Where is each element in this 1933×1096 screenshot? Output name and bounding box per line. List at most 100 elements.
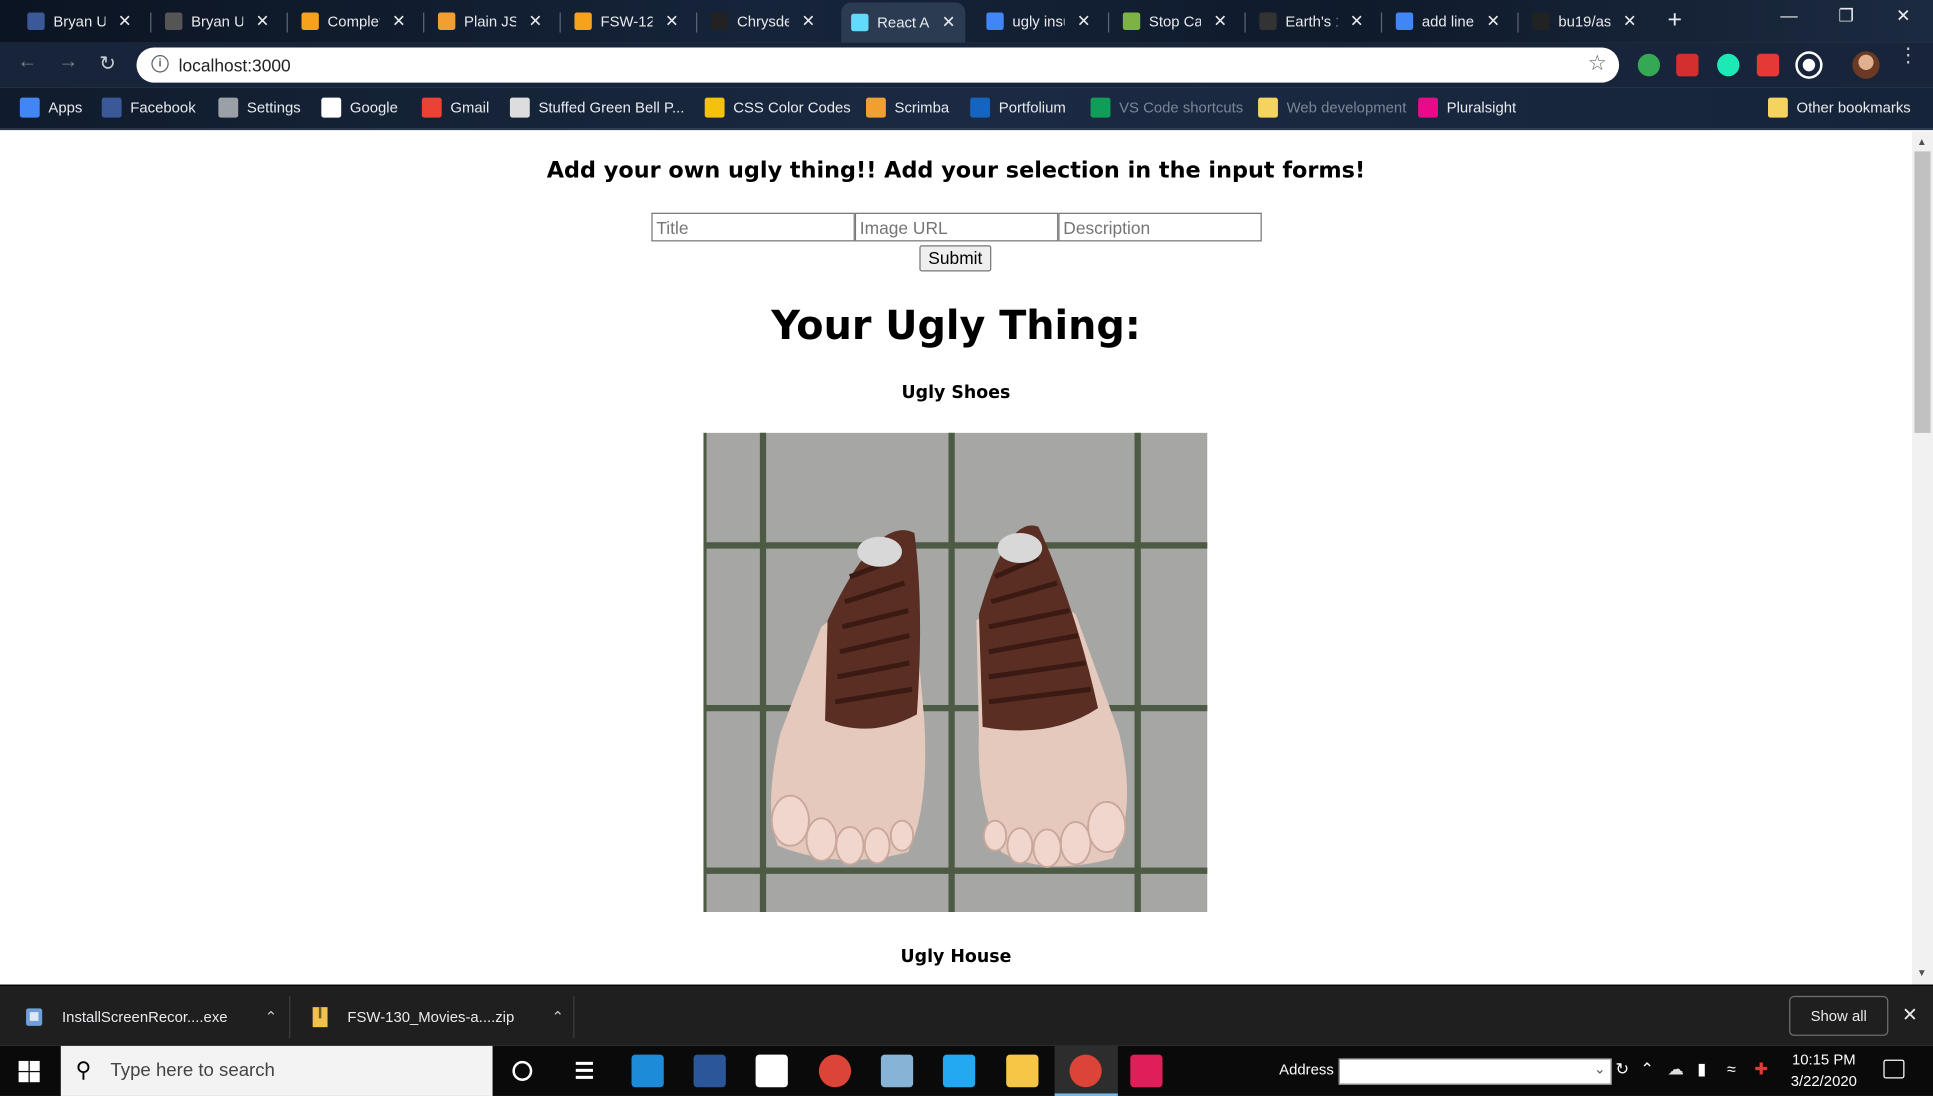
close-tab-icon[interactable]: ✕	[1623, 11, 1637, 31]
extension-green-icon[interactable]	[1637, 53, 1661, 77]
wifi-icon[interactable]: ≈	[1727, 1060, 1736, 1079]
tab[interactable]: ugly insu ✕	[986, 8, 1090, 36]
store-icon[interactable]	[755, 1054, 788, 1088]
close-tab-icon[interactable]: ✕	[1350, 11, 1364, 31]
title-input[interactable]	[651, 212, 855, 242]
system-clock[interactable]: 10:15 PM 3/22/2020	[1787, 1050, 1861, 1093]
app-tray-icon[interactable]: ✚	[1754, 1060, 1768, 1080]
edge-icon[interactable]	[631, 1054, 664, 1088]
page-scrollbar[interactable]: ▲ ▼	[1911, 131, 1933, 985]
bookmark-item[interactable]: Apps	[19, 97, 82, 118]
profile-avatar[interactable]	[1852, 51, 1880, 79]
downloads-bar: InstallScreenRecor....exe ⌃ FSW-130_Movi…	[0, 984, 1933, 1047]
taskbar-address-input[interactable]: ⌄	[1338, 1058, 1612, 1085]
description-input[interactable]	[1058, 212, 1262, 242]
vscode-icon[interactable]	[942, 1054, 976, 1088]
bookmark-item[interactable]: CSS Color Codes	[704, 97, 851, 118]
download-item[interactable]: InstallScreenRecor....exe ⌃	[25, 986, 277, 1047]
bookmark-star-icon[interactable]: ☆	[1588, 51, 1607, 76]
tab[interactable]: React Ap ✕	[841, 2, 966, 43]
chevron-up-icon[interactable]: ⌃	[1640, 1060, 1654, 1080]
bookmark-label: Facebook	[130, 98, 196, 117]
close-tab-icon[interactable]: ✕	[1077, 11, 1091, 31]
bookmark-item[interactable]: VS Code shortcuts	[1090, 97, 1243, 118]
close-tab-icon[interactable]: ✕	[801, 11, 815, 31]
scrollbar-thumb[interactable]	[1914, 151, 1931, 433]
refresh-icon[interactable]: ↻	[1615, 1060, 1629, 1080]
minimize-button[interactable]: —	[1761, 5, 1818, 25]
bookmark-item[interactable]: Facebook	[101, 97, 196, 118]
new-tab-button[interactable]: +	[1668, 6, 1683, 35]
tab-title: Earth's 1	[1285, 12, 1337, 31]
close-downloads-icon[interactable]: ✕	[1902, 1003, 1918, 1026]
show-all-button[interactable]: Show all	[1789, 995, 1889, 1036]
chrome-icon[interactable]	[818, 1054, 852, 1088]
address-bar[interactable]: i localhost:3000 ☆	[136, 47, 1620, 83]
tab[interactable]: FSW-120 ✕	[574, 8, 679, 36]
onedrive-error-icon[interactable]: ☁	[1668, 1060, 1684, 1080]
bookmark-label: Google	[349, 98, 398, 117]
recipe-icon	[509, 97, 530, 118]
close-tab-icon[interactable]: ✕	[665, 11, 679, 31]
slack-icon[interactable]	[1130, 1054, 1163, 1088]
extension-gift-icon[interactable]	[1756, 53, 1780, 77]
bookmark-item[interactable]: Portfolium	[970, 97, 1066, 118]
taskbar-search[interactable]: ⚲ Type here to search	[60, 1045, 493, 1096]
back-icon[interactable]: ←	[17, 51, 37, 74]
bookmark-item[interactable]: Pluralsight	[1418, 97, 1516, 118]
tab[interactable]: Bryan Ur ✕	[27, 8, 131, 36]
other-bookmarks[interactable]: Other bookmarks	[1767, 97, 1911, 118]
extension-target-icon[interactable]	[1797, 53, 1821, 77]
windows-start-icon[interactable]	[18, 1060, 40, 1083]
close-tab-icon[interactable]: ✕	[529, 11, 543, 31]
submit-button[interactable]: Submit	[919, 245, 992, 272]
word-icon[interactable]	[693, 1054, 726, 1088]
download-item[interactable]: FSW-130_Movies-a....zip ⌃	[310, 986, 564, 1047]
tab[interactable]: Plain JS ✕	[437, 8, 543, 36]
tab[interactable]: Earth's 1 ✕	[1259, 8, 1363, 36]
close-window-button[interactable]: ✕	[1875, 5, 1932, 26]
tab[interactable]: add line ✕	[1395, 8, 1500, 36]
close-tab-icon[interactable]: ✕	[256, 11, 270, 31]
menu-kebab-icon[interactable]: ⋮	[1898, 46, 1918, 66]
bookmark-item[interactable]: Web development	[1258, 97, 1406, 118]
close-tab-icon[interactable]: ✕	[392, 11, 406, 31]
bookmark-item[interactable]: Gmail	[421, 97, 489, 118]
cortana-icon[interactable]	[512, 1060, 533, 1081]
file-explorer-icon[interactable]	[1006, 1054, 1039, 1088]
extension-pocket-icon[interactable]	[1717, 53, 1740, 77]
chevron-down-icon[interactable]: ⌄	[1594, 1061, 1605, 1077]
chrome-profile-icon[interactable]	[1069, 1054, 1102, 1088]
tab[interactable]: Bryan Ur ✕	[165, 8, 269, 36]
paint-icon[interactable]	[880, 1054, 914, 1088]
bookmark-item[interactable]: Scrimba	[866, 97, 949, 118]
chevron-up-icon[interactable]: ⌃	[265, 1008, 277, 1026]
bookmark-item[interactable]: Settings	[218, 97, 301, 118]
bookmark-label: Stuffed Green Bell P...	[538, 98, 685, 117]
task-view-icon[interactable]: ☰	[568, 1055, 600, 1088]
close-tab-icon[interactable]: ✕	[942, 13, 956, 33]
tab[interactable]: bu19/as ✕	[1532, 8, 1636, 36]
close-tab-icon[interactable]: ✕	[118, 11, 132, 31]
tab[interactable]: Chrysde ✕	[710, 8, 815, 36]
image-url-input[interactable]	[854, 212, 1059, 242]
extension-red-icon[interactable]	[1676, 53, 1699, 77]
google-icon	[321, 97, 342, 118]
tab[interactable]: Stop Car ✕	[1122, 8, 1227, 36]
close-tab-icon[interactable]: ✕	[1213, 11, 1227, 31]
forward-icon[interactable]: →	[58, 51, 78, 74]
restore-button[interactable]: ❐	[1818, 5, 1875, 26]
tab[interactable]: Complet ✕	[301, 8, 406, 36]
item-title: Ugly House	[900, 947, 1012, 968]
battery-icon[interactable]: ▮	[1697, 1060, 1706, 1080]
bookmark-item[interactable]: Stuffed Green Bell P...	[509, 97, 685, 118]
scroll-down-icon[interactable]: ▼	[1917, 967, 1927, 978]
close-tab-icon[interactable]: ✕	[1486, 11, 1500, 31]
reload-icon[interactable]: ↻	[99, 51, 116, 76]
bookmarks-bar: Apps Facebook Settings Google Gmail Stuffed G…	[0, 87, 1933, 131]
site-info-icon[interactable]: i	[151, 55, 169, 73]
notifications-icon[interactable]	[1883, 1059, 1905, 1079]
chevron-up-icon[interactable]: ⌃	[551, 1008, 563, 1026]
scroll-up-icon[interactable]: ▲	[1917, 136, 1927, 147]
bookmark-item[interactable]: Google	[321, 97, 398, 118]
